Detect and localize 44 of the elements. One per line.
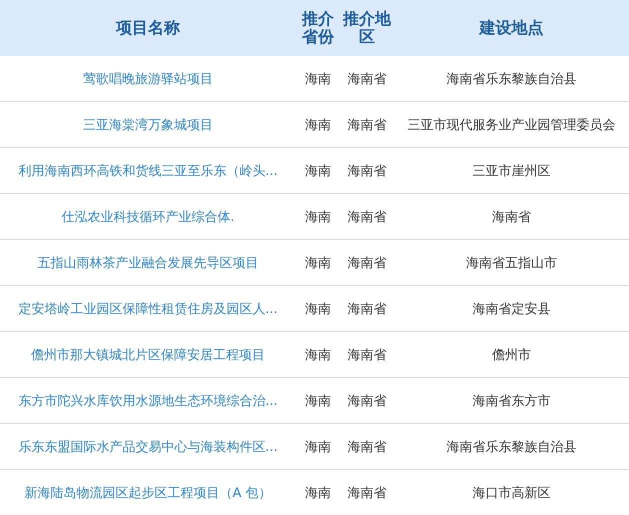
table-cell: 儋州市	[492, 348, 531, 362]
column-header: 推介省份	[301, 10, 335, 46]
table-cell: 海南省	[348, 164, 386, 178]
table-cell: 海南	[305, 302, 331, 316]
project-link[interactable]: 五指山雨林茶产业融合发展先导区项目	[38, 256, 258, 270]
project-link[interactable]: 定安塔岭工业园区保障性租赁住房及园区人...	[18, 302, 278, 316]
table-cell: 海南省乐东黎族自治县	[446, 72, 576, 86]
table-cell: 三亚市崖州区	[472, 164, 550, 178]
table-cell: 海南省	[348, 72, 386, 86]
table-cell: 海南	[305, 72, 331, 86]
table-cell: 海南省	[348, 348, 386, 362]
table-cell: 海南省	[348, 256, 386, 270]
table-cell: 海南省	[348, 210, 386, 224]
column-header: 建设地点	[480, 18, 544, 38]
project-link[interactable]: 儋州市那大镇城北片区保障安居工程项目	[31, 348, 265, 362]
project-link[interactable]: 三亚海棠湾万象城项目	[83, 118, 213, 132]
table-cell: 海南省	[348, 394, 386, 408]
table-cell: 海南	[305, 394, 331, 408]
table-cell: 海南省乐东黎族自治县	[446, 440, 576, 454]
table-cell: 海南省	[348, 302, 386, 316]
column-header: 推介地区	[342, 10, 392, 46]
table-cell: 海南	[305, 118, 331, 132]
project-link[interactable]: 莺歌唱晚旅游驿站项目	[83, 72, 213, 86]
table-cell: 海南	[305, 486, 331, 500]
table-cell: 海口市高新区	[472, 486, 550, 500]
project-link[interactable]: 利用海南西环高铁和货线三亚至乐东（岭头...	[18, 164, 278, 178]
table-cell: 海南省	[492, 210, 531, 224]
table-cell: 海南	[305, 440, 331, 454]
project-link[interactable]: 乐东东盟国际水产品交易中心与海装构件区...	[18, 440, 278, 454]
table-cell: 海南省五指山市	[466, 256, 557, 270]
project-link[interactable]: 仕泓农业科技循环产业综合体.	[61, 210, 235, 224]
table-cell: 海南省东方市	[472, 394, 550, 408]
table-cell: 海南省	[348, 486, 386, 500]
table-cell: 海南省	[348, 440, 386, 454]
table-cell: 海南省	[348, 118, 386, 132]
table-cell: 三亚市现代服务业产业园管理委员会	[408, 118, 616, 132]
table-cell: 海南省定安县	[472, 302, 550, 316]
project-link[interactable]: 东方市陀兴水库饮用水源地生态环境综合治...	[18, 394, 278, 408]
table-cell: 海南	[305, 256, 331, 270]
column-header: 项目名称	[116, 18, 180, 38]
table-cell: 海南	[305, 164, 331, 178]
table-cell: 海南	[305, 210, 331, 224]
project-link[interactable]: 新海陆岛物流园区起步区工程项目（A 包）	[24, 486, 272, 500]
table-cell: 海南	[305, 348, 331, 362]
